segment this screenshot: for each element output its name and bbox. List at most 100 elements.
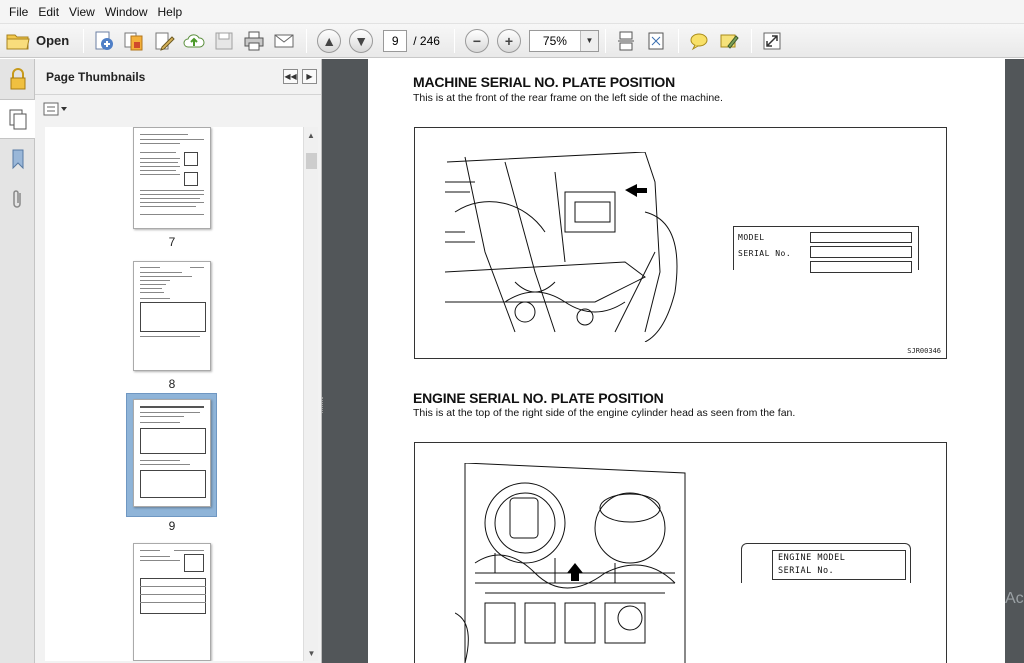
plate-model-label: MODEL bbox=[738, 233, 765, 242]
create-pdf-button[interactable] bbox=[90, 27, 118, 55]
cloud-upload-icon bbox=[183, 33, 205, 47]
email-button[interactable] bbox=[270, 27, 298, 55]
options-menu-icon[interactable] bbox=[43, 102, 69, 116]
speech-bubble-icon bbox=[690, 33, 708, 50]
comment-button[interactable] bbox=[685, 27, 713, 55]
thumbnails-panel: Page Thumbnails ◀◀ ▶ 7 8 9 ▲ ▼ bbox=[35, 59, 322, 663]
pages-icon bbox=[9, 109, 26, 130]
scrolling-mode-button[interactable] bbox=[612, 27, 640, 55]
fit-page-button[interactable] bbox=[642, 27, 670, 55]
section-title: MACHINE SERIAL NO. PLATE POSITION bbox=[413, 74, 676, 90]
thumbnail-label: 7 bbox=[168, 235, 176, 249]
thumbnail-page[interactable] bbox=[133, 261, 211, 371]
thumbnail-page[interactable] bbox=[133, 543, 211, 661]
splitter-grip[interactable] bbox=[322, 397, 326, 413]
figure-engine-plate: ENGINE MODEL SERIAL No. bbox=[414, 442, 947, 663]
panel-options bbox=[35, 95, 321, 123]
minus-icon: − bbox=[472, 32, 482, 49]
machine-illustration bbox=[445, 152, 678, 342]
full-screen-button[interactable] bbox=[758, 27, 786, 55]
engine-plate-model-label: ENGINE MODEL bbox=[778, 553, 846, 563]
lock-icon bbox=[10, 68, 25, 90]
toolbar: Open ▲ ▼ 9 / 246 − + 75% ▼ bbox=[0, 24, 1024, 58]
menu-help[interactable]: Help bbox=[153, 0, 188, 24]
section-title: ENGINE SERIAL NO. PLATE POSITION bbox=[413, 390, 664, 406]
zoom-select[interactable]: 75% ▼ bbox=[528, 29, 599, 52]
toolbar-separator bbox=[750, 28, 752, 53]
engine-illustration bbox=[455, 463, 686, 663]
thumbnail-scrollbar[interactable]: ▲ ▼ bbox=[303, 127, 318, 661]
edit-pdf-button[interactable] bbox=[150, 27, 178, 55]
expand-panel-button[interactable]: ▶ bbox=[302, 69, 317, 84]
open-button[interactable]: Open bbox=[6, 27, 77, 55]
toolbar-separator bbox=[677, 28, 679, 53]
serial-plate-diagram: MODEL SERIAL No. bbox=[733, 226, 919, 273]
page-total: / 246 bbox=[413, 33, 440, 48]
navigation-strip bbox=[0, 59, 35, 663]
toolbar-separator bbox=[453, 28, 455, 53]
plate-model-field bbox=[810, 232, 912, 243]
section-text: This is at the top of the right side of … bbox=[413, 407, 796, 419]
page-number-input[interactable]: 9 bbox=[383, 29, 408, 52]
bookmark-icon bbox=[12, 149, 23, 170]
thumbnail-label: 8 bbox=[168, 377, 176, 391]
section-text: This is at the front of the rear frame o… bbox=[413, 92, 723, 104]
zoom-out-button[interactable]: − bbox=[464, 28, 489, 53]
envelope-icon bbox=[274, 34, 294, 47]
upload-button[interactable] bbox=[180, 27, 208, 55]
thumbnail-page[interactable] bbox=[133, 127, 211, 229]
security-button[interactable] bbox=[0, 59, 35, 99]
chevron-down-icon[interactable]: ▼ bbox=[579, 30, 598, 51]
edit-pdf-icon bbox=[155, 32, 175, 51]
panel-header: Page Thumbnails ◀◀ ▶ bbox=[35, 59, 321, 95]
save-button[interactable] bbox=[210, 27, 238, 55]
panel-splitter[interactable] bbox=[322, 59, 368, 663]
scroll-down-icon[interactable]: ▼ bbox=[304, 645, 319, 661]
toolbar-separator bbox=[604, 28, 606, 53]
toolbar-separator bbox=[83, 28, 85, 53]
figure-machine-plate: MODEL SERIAL No. SJR00346 bbox=[414, 127, 947, 359]
combine-files-button[interactable] bbox=[120, 27, 148, 55]
highlighter-icon bbox=[720, 34, 739, 49]
menu-view[interactable]: View bbox=[64, 0, 100, 24]
page-thumbnails-button[interactable] bbox=[0, 99, 35, 139]
menu-window[interactable]: Window bbox=[100, 0, 153, 24]
bookmarks-button[interactable] bbox=[0, 139, 35, 179]
arrow-up-icon: ▲ bbox=[322, 32, 337, 49]
print-button[interactable] bbox=[240, 27, 268, 55]
save-icon bbox=[215, 32, 233, 49]
printer-icon bbox=[244, 31, 264, 50]
paperclip-icon bbox=[12, 190, 21, 208]
highlight-button[interactable] bbox=[715, 27, 743, 55]
fit-page-icon bbox=[648, 32, 664, 49]
create-pdf-icon bbox=[95, 31, 114, 50]
plate-serial-field bbox=[810, 246, 912, 258]
folder-icon bbox=[6, 34, 30, 49]
zoom-value: 75% bbox=[542, 33, 567, 48]
thumbnail-page-selected[interactable] bbox=[133, 399, 211, 507]
previous-page-button[interactable]: ▲ bbox=[317, 28, 342, 53]
next-page-button[interactable]: ▼ bbox=[349, 28, 374, 53]
engine-plate-serial-label: SERIAL No. bbox=[778, 566, 835, 576]
zoom-in-button[interactable]: + bbox=[496, 28, 521, 53]
watermark-text: Ac bbox=[1005, 590, 1024, 607]
expand-icon bbox=[763, 32, 781, 49]
collapse-panel-button[interactable]: ◀◀ bbox=[283, 69, 298, 84]
scroll-thumb[interactable] bbox=[306, 153, 317, 169]
menu-file[interactable]: File bbox=[4, 0, 33, 24]
plate-serial-label: SERIAL No. bbox=[738, 249, 792, 258]
arrow-down-icon: ▼ bbox=[354, 32, 369, 49]
plus-icon: + bbox=[504, 32, 514, 49]
thumbnail-label: 9 bbox=[168, 519, 176, 533]
open-label: Open bbox=[36, 33, 70, 48]
menu-edit[interactable]: Edit bbox=[33, 0, 64, 24]
scroll-up-icon[interactable]: ▲ bbox=[304, 127, 318, 143]
document-background bbox=[1005, 59, 1024, 663]
thumbnail-list: 7 8 9 bbox=[45, 127, 303, 661]
attachments-button[interactable] bbox=[0, 179, 35, 219]
scroll-pages-icon bbox=[617, 31, 634, 50]
engine-plate-diagram: ENGINE MODEL SERIAL No. bbox=[741, 543, 911, 583]
document-page: MACHINE SERIAL NO. PLATE POSITION This i… bbox=[368, 59, 1005, 663]
combine-files-icon bbox=[124, 32, 143, 50]
panel-title: Page Thumbnails bbox=[46, 69, 146, 84]
